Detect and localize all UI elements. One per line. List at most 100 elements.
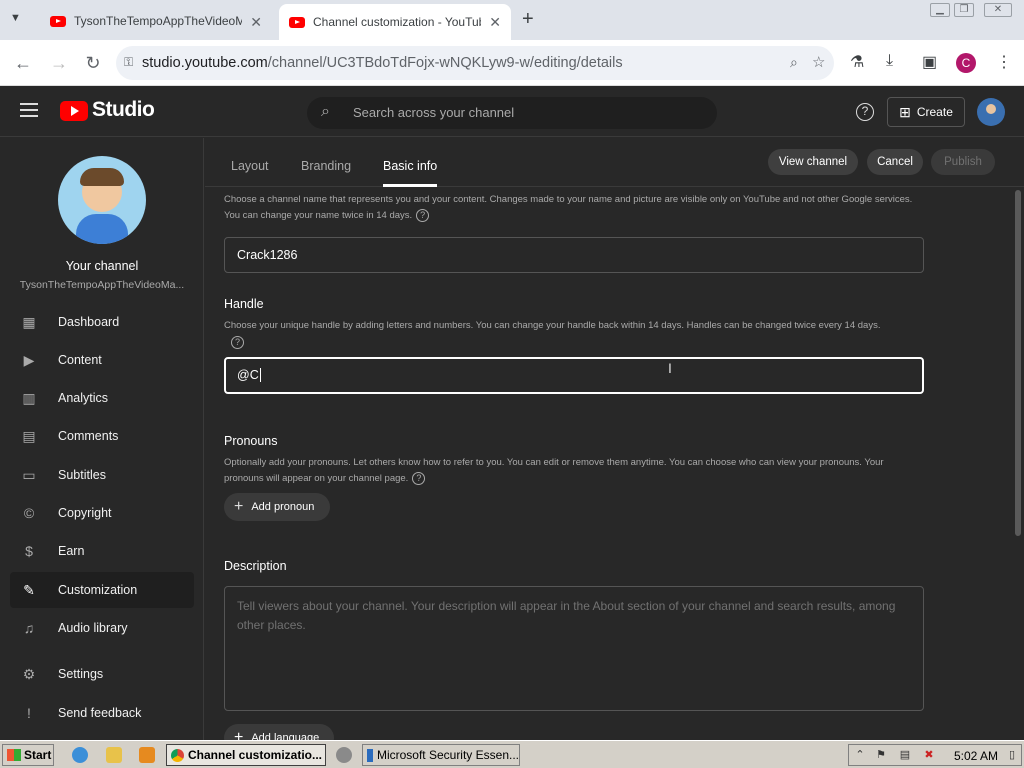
youtube-favicon-icon (50, 15, 66, 27)
search-icon: ⌕ (321, 103, 330, 120)
tab-branding[interactable]: Branding (301, 159, 351, 173)
volume-muted-icon[interactable]: ✖ (922, 749, 936, 762)
studio-header: Studio ⌕ Search across your channel ? ⊞ … (0, 87, 1024, 137)
sidebar-item-customization[interactable]: ✎ Customization (10, 572, 194, 608)
url-path: /channel/UC3TBdoTdFojx-wNQKLyw9-w/editin… (267, 55, 623, 71)
site-info-icon[interactable]: ⚿ (124, 55, 133, 70)
url-text: studio.youtube.com/channel/UC3TBdoTdFojx… (142, 55, 623, 71)
sidebar-item-analytics[interactable]: ▥ Analytics (10, 380, 194, 416)
studio-logo-text[interactable]: Studio (92, 98, 155, 122)
forward-button[interactable]: → (46, 50, 72, 76)
content-scrollbar[interactable] (1015, 190, 1021, 536)
description-heading: Description (224, 559, 287, 573)
restore-window-button[interactable]: ❐ (954, 3, 974, 17)
description-textarea[interactable]: Tell viewers about your channel. Your de… (224, 586, 924, 711)
sidebar-item-label: Customization (58, 583, 138, 597)
text-cursor-icon: I (668, 360, 672, 376)
sidebar-item-label: Send feedback (58, 706, 142, 720)
cancel-button[interactable]: Cancel (867, 149, 923, 175)
sidebar-item-subtitles[interactable]: ▭ Subtitles (10, 457, 194, 493)
action-center-flag-icon[interactable]: ⚑ (874, 749, 888, 762)
content-icon: ▶ (23, 352, 35, 368)
comments-icon: ▤ (22, 428, 36, 444)
sidebar-item-settings[interactable]: ⚙ Settings (10, 656, 194, 692)
tab-layout[interactable]: Layout (231, 159, 269, 173)
sidebar-item-comments[interactable]: ▤ Comments (10, 418, 194, 454)
sidebar-item-label: Content (58, 353, 102, 367)
taskbar-clock[interactable]: 5:02 AM (954, 749, 998, 763)
earn-icon: $ (25, 543, 33, 559)
explorer-folder-icon[interactable] (106, 747, 122, 763)
browser-tab-tyson[interactable]: TysonTheTempoAppTheVideoMake ✕ (40, 6, 272, 36)
system-tool-icon[interactable] (336, 747, 352, 763)
sidebar-item-label: Earn (58, 544, 85, 558)
side-panel-icon[interactable]: ▣ (922, 52, 937, 72)
sidebar-item-dashboard[interactable]: ▦ Dashboard (10, 304, 194, 340)
channel-avatar[interactable] (58, 156, 146, 244)
add-pronoun-button[interactable]: + Add pronoun (224, 493, 330, 521)
windows-flag-icon (7, 749, 21, 761)
browser-tab-bar: ▼ TysonTheTempoAppTheVideoMake ✕ Channel… (0, 0, 1024, 40)
back-button[interactable]: ← (10, 50, 36, 76)
tab-basic-info[interactable]: Basic info (383, 159, 437, 173)
zoom-icon[interactable]: ⌕ (790, 54, 798, 71)
browser-profile-avatar[interactable]: C (956, 53, 976, 73)
sidebar-item-label: Subtitles (58, 468, 106, 482)
audio-library-icon: ♫ (23, 620, 35, 636)
create-button[interactable]: ⊞ Create (887, 97, 965, 127)
handle-help-icon[interactable]: ? (231, 336, 244, 349)
browser-menu-icon[interactable]: ⋮ (996, 52, 1012, 72)
network-icon[interactable]: ▤ (898, 749, 912, 762)
minimize-window-button[interactable]: ▁ (930, 3, 950, 17)
handle-field[interactable]: @C (224, 357, 924, 394)
pronouns-help-icon[interactable]: ? (412, 471, 426, 485)
help-icon[interactable]: ? (856, 103, 874, 121)
youtube-favicon-icon (289, 16, 305, 28)
channel-name: TysonTheTempoAppTheVideoMa... (19, 279, 185, 291)
your-channel-label: Your channel (65, 259, 139, 273)
taskbar-item-channel-customization[interactable]: Channel customizatio... (166, 744, 326, 766)
sidebar-item-content[interactable]: ▶ Content (10, 342, 194, 378)
sidebar-item-audio-library[interactable]: ♫ Audio library (10, 610, 194, 646)
browser-tab-channel-customization[interactable]: Channel customization - YouTube S ✕ (279, 4, 511, 40)
internet-explorer-icon[interactable] (72, 747, 88, 763)
media-player-icon[interactable] (139, 747, 155, 763)
reload-button[interactable]: ↻ (80, 50, 106, 76)
new-tab-button[interactable]: + (522, 8, 534, 31)
show-desktop-icon[interactable]: ▯ (1005, 749, 1019, 762)
browser-toolbar: ← → ↻ ⚿ studio.youtube.com/channel/UC3TB… (0, 40, 1024, 86)
analytics-icon: ▥ (22, 390, 36, 406)
account-avatar[interactable] (977, 98, 1005, 126)
taskbar-item-security-essentials[interactable]: Microsoft Security Essen... (362, 744, 520, 766)
address-bar[interactable]: ⚿ studio.youtube.com/channel/UC3TBdoTdFo… (116, 46, 834, 80)
sidebar-item-send-feedback[interactable]: ! Send feedback (10, 695, 194, 731)
close-tab-icon[interactable]: ✕ (489, 14, 501, 31)
name-help-icon[interactable]: ? (416, 208, 430, 222)
publish-button[interactable]: Publish (931, 149, 995, 175)
start-button[interactable]: Start (2, 744, 54, 766)
pronouns-heading: Pronouns (224, 434, 278, 448)
view-channel-button[interactable]: View channel (768, 149, 858, 175)
channel-name-field[interactable]: Crack1286 (224, 237, 924, 273)
download-icon[interactable]: ⤓ (886, 52, 893, 70)
plus-icon: + (234, 498, 244, 515)
sidebar-item-copyright[interactable]: © Copyright (10, 495, 194, 531)
pronouns-description-text: Optionally add your pronouns. Let others… (224, 457, 884, 484)
channel-search-input[interactable]: ⌕ Search across your channel (307, 97, 717, 129)
close-window-button[interactable]: ✕ (984, 3, 1012, 17)
close-tab-icon[interactable]: ✕ (250, 14, 262, 31)
youtube-logo-icon[interactable] (60, 101, 88, 121)
name-description: Choose a channel name that represents yo… (224, 192, 914, 224)
handle-description: Choose your unique handle by adding lett… (224, 318, 924, 350)
subtitles-icon: ▭ (22, 467, 36, 483)
sidebar-item-label: Copyright (58, 506, 112, 520)
sidebar-item-earn[interactable]: $ Earn (10, 533, 194, 569)
tab-list-dropdown-icon[interactable]: ▼ (10, 12, 21, 24)
create-label: Create (916, 105, 953, 119)
handle-value: @C (237, 368, 259, 382)
labs-flask-icon[interactable]: ⚗ (850, 52, 864, 72)
bookmark-star-icon[interactable]: ☆ (812, 53, 825, 71)
tray-expand-icon[interactable]: ⌃ (853, 749, 867, 762)
customization-main: Layout Branding Basic info View channel … (205, 138, 1024, 752)
menu-hamburger-icon[interactable] (20, 103, 38, 117)
